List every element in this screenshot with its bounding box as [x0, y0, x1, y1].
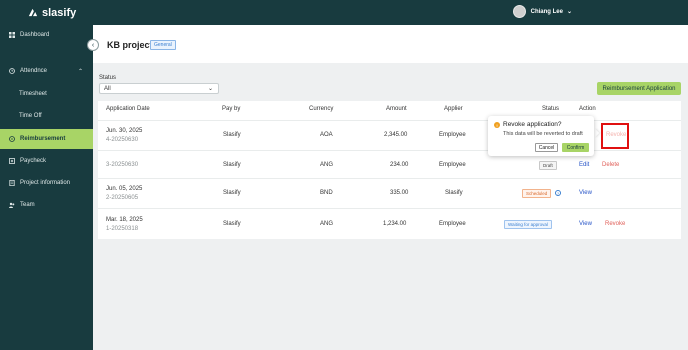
brand-name: slasify: [42, 6, 77, 19]
chevron-left-icon: ‹: [91, 41, 95, 49]
revoke-confirm-popover: ! Revoke application? This data will be …: [488, 116, 594, 156]
application-date: Mar. 18, 2025: [106, 217, 143, 223]
view-link[interactable]: View: [579, 221, 592, 227]
info-icon[interactable]: ?: [555, 190, 561, 196]
pay-by: Slasify: [223, 221, 241, 227]
user-menu[interactable]: Chiang Lee ⌄: [512, 5, 572, 18]
applier: Employee: [439, 132, 466, 138]
cancel-button[interactable]: Cancel: [535, 143, 558, 152]
column-header-applier: Applier: [444, 106, 463, 112]
collapse-sidebar-button[interactable]: ‹: [87, 39, 99, 51]
slasify-logo-icon: [28, 8, 38, 17]
project-type-badge: General: [150, 40, 176, 50]
application-date: Jun. 30, 2025: [106, 128, 143, 134]
sidebar-item-paycheck[interactable]: Paycheck: [0, 151, 93, 171]
status-filter-label: Status: [99, 75, 117, 81]
sidebar-item-reimbursement[interactable]: Reimbursement: [0, 129, 93, 149]
pay-by: Slasify: [223, 162, 241, 168]
revoke-link[interactable]: Revoke: [605, 221, 625, 227]
sidebar-item-label: Timesheet: [19, 91, 47, 97]
currency: ANG: [320, 221, 334, 227]
document-icon: [9, 179, 15, 187]
sidebar-item-label: Dashboard: [20, 32, 50, 38]
application-code: 2-20250605: [106, 195, 139, 201]
amount: 2,345.00: [384, 132, 408, 138]
status-filter-select[interactable]: All ⌄: [99, 83, 219, 94]
status-filter-value: All: [104, 85, 111, 92]
receipt-icon: [9, 136, 15, 142]
sidebar-item-label: Team: [20, 202, 35, 208]
column-header-amount: Amount: [386, 106, 407, 112]
applier: Employee: [439, 162, 466, 168]
amount: 1,234.00: [383, 221, 407, 227]
chevron-down-icon: ⌄: [207, 86, 213, 92]
team-icon: [9, 202, 15, 208]
confirm-button[interactable]: Confirm: [562, 143, 589, 152]
sidebar-item-label: Time Off: [19, 113, 42, 119]
column-header-pay-by: Pay by: [222, 106, 241, 112]
chevron-down-icon: ⌄: [566, 9, 572, 15]
delete-link[interactable]: Delete: [602, 162, 619, 168]
grid-icon: [9, 32, 15, 38]
sidebar-item-dashboard[interactable]: Dashboard: [0, 25, 93, 45]
reimbursement-application-button[interactable]: Reimbursement Application: [597, 82, 681, 95]
currency: BND: [320, 190, 333, 196]
sidebar: Dashboard Attendnce ⌃ Timesheet Time Off…: [0, 25, 93, 350]
sidebar-item-team[interactable]: Team: [0, 195, 93, 215]
sidebar-item-label: Attendnce: [20, 68, 48, 74]
column-header-status: Status: [542, 106, 560, 112]
currency: ANG: [320, 162, 334, 168]
warning-icon: !: [494, 122, 500, 128]
page-header: KB project General: [93, 25, 688, 63]
applier: Slasify: [445, 190, 463, 196]
sidebar-item-label: Project information: [20, 180, 71, 186]
popover-title: Revoke application?: [503, 121, 562, 128]
brand-logo[interactable]: slasify: [27, 7, 76, 19]
avatar: [512, 5, 526, 18]
edit-link[interactable]: Edit: [579, 162, 589, 168]
pay-by: Slasify: [223, 132, 241, 138]
applier: Employee: [439, 221, 466, 227]
reimbursement-application-label: Reimbursement Application: [602, 85, 676, 92]
highlight-box: [601, 123, 629, 149]
user-name: Chiang Lee: [530, 8, 563, 15]
column-header-action: Action: [579, 106, 596, 112]
status-badge: Draft: [539, 161, 557, 170]
paycheck-icon: [9, 158, 15, 164]
chevron-up-icon: ⌃: [77, 68, 83, 75]
sidebar-item-label: Reimbursement: [20, 136, 66, 142]
view-link[interactable]: View: [579, 190, 592, 196]
status-badge: Waiting for approval: [504, 220, 552, 229]
popover-description: This data will be reverted to draft: [503, 131, 583, 137]
table-row: Jun. 05, 2025 2-20250605 Slasify BND 335…: [98, 178, 681, 208]
application-code: 1-20250318: [106, 226, 139, 232]
currency: AOA: [320, 132, 333, 138]
table-row: Mar. 18, 2025 1-20250318 Slasify ANG 1,2…: [98, 208, 681, 239]
clock-icon: [9, 68, 15, 74]
sidebar-item-project-information[interactable]: Project information: [0, 173, 93, 193]
sidebar-item-timesheet[interactable]: Timesheet: [0, 84, 93, 104]
page-title: KB project: [107, 40, 153, 50]
sidebar-item-label: Paycheck: [20, 158, 47, 164]
status-badge: Scheduled: [522, 189, 552, 198]
application-code: 3-20250630: [106, 162, 139, 168]
amount: 335.00: [390, 190, 409, 196]
sidebar-item-attendance[interactable]: Attendnce ⌃: [0, 61, 93, 81]
amount: 234.00: [390, 162, 409, 168]
application-date: Jun. 05, 2025: [106, 186, 143, 192]
application-code: 4-20250630: [106, 137, 139, 143]
column-header-currency: Currency: [309, 106, 334, 112]
sidebar-item-time-off[interactable]: Time Off: [0, 106, 93, 126]
top-bar: slasify Chiang Lee ⌄: [0, 0, 688, 25]
column-header-application-date: Application Date: [106, 106, 150, 112]
pay-by: Slasify: [223, 190, 241, 196]
